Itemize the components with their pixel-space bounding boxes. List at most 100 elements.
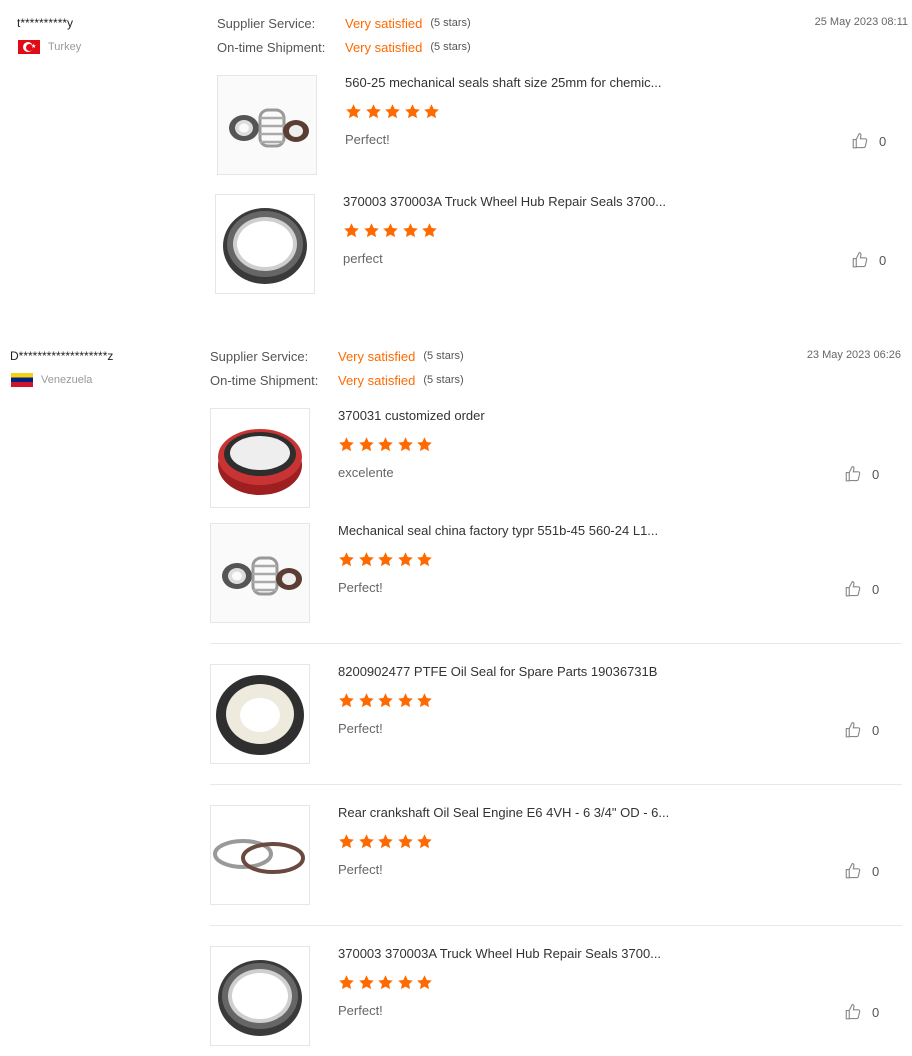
thumbs-up-icon — [845, 580, 861, 597]
shipment-stars: (5 stars) — [430, 41, 471, 53]
product-thumbnail[interactable] — [210, 408, 310, 508]
product-thumbnail[interactable] — [217, 75, 317, 175]
product-thumbnail[interactable] — [215, 194, 315, 294]
star-icon — [358, 693, 374, 708]
turkey-flag-icon: ★ — [18, 40, 40, 54]
star-icon — [339, 552, 354, 567]
star-icon — [344, 223, 359, 238]
country-label: Turkey — [48, 41, 82, 53]
review-comment: Perfect! — [338, 1003, 383, 1018]
like-count: 0 — [872, 863, 880, 879]
product-title[interactable]: 560-25 mechanical seals shaft size 25mm … — [345, 75, 661, 90]
product-title[interactable]: Mechanical seal china factory typr 551b-… — [338, 523, 658, 538]
like-button[interactable]: 0 — [844, 721, 879, 739]
review-comment: Perfect! — [338, 862, 383, 877]
thumbs-up-icon — [852, 251, 868, 268]
product-thumbnail[interactable] — [210, 805, 310, 905]
reviewer-country: ★ Turkey — [18, 40, 81, 54]
review-date: 23 May 2023 06:26 — [806, 349, 901, 361]
like-count: 0 — [879, 133, 887, 149]
star-icon — [397, 693, 413, 708]
thumbs-up-icon — [845, 1003, 861, 1020]
product-thumbnail[interactable] — [210, 946, 310, 1046]
star-icon — [397, 975, 413, 990]
star-icon — [383, 223, 398, 238]
star-icon — [417, 693, 432, 708]
venezuela-flag-icon — [11, 373, 33, 387]
like-count: 0 — [872, 1004, 880, 1020]
review-date: 25 May 2023 08:11 — [814, 16, 908, 28]
like-button[interactable]: 0 — [851, 251, 886, 269]
star-icon — [397, 552, 413, 567]
supplier-service-label: Supplier Service: — [217, 15, 316, 31]
thumbs-up-icon — [852, 132, 868, 149]
star-icon — [417, 552, 432, 567]
shipment-value: Very satisfied — [345, 39, 423, 55]
star-rating — [345, 103, 443, 120]
review-item: Rear crankshaft Oil Seal Engine E6 4VH -… — [210, 805, 880, 905]
review-item: Mechanical seal china factory typr 551b-… — [210, 523, 880, 623]
item-divider — [210, 925, 902, 926]
supplier-service-label: Supplier Service: — [210, 348, 309, 364]
star-icon — [378, 552, 393, 567]
star-icon — [424, 104, 439, 119]
star-rating — [338, 551, 436, 568]
star-icon — [358, 975, 374, 990]
star-rating — [343, 222, 441, 239]
like-button[interactable]: 0 — [844, 862, 879, 880]
review-comment: perfect — [343, 251, 383, 266]
star-icon — [365, 104, 381, 119]
star-icon — [417, 437, 432, 452]
review-comment: Perfect! — [345, 132, 390, 147]
star-icon — [358, 437, 374, 452]
like-button[interactable]: 0 — [844, 465, 879, 483]
star-icon — [339, 834, 354, 849]
like-button[interactable]: 0 — [844, 1003, 879, 1021]
star-icon — [339, 975, 354, 990]
star-icon — [397, 834, 413, 849]
thumbs-up-icon — [845, 465, 861, 482]
like-count: 0 — [872, 466, 880, 482]
star-icon — [358, 834, 374, 849]
star-icon — [378, 437, 393, 452]
shipment-stars: (5 stars) — [423, 374, 464, 386]
like-count: 0 — [872, 722, 880, 738]
product-title[interactable]: 8200902477 PTFE Oil Seal for Spare Parts… — [338, 664, 657, 679]
star-icon — [339, 693, 354, 708]
like-button[interactable]: 0 — [844, 580, 879, 598]
product-thumbnail[interactable] — [210, 523, 310, 623]
reviewer-name: D*******************z — [10, 349, 114, 363]
shipment-value: Very satisfied — [338, 372, 416, 388]
star-icon — [422, 223, 437, 238]
review-item: 8200902477 PTFE Oil Seal for Spare Parts… — [210, 664, 880, 764]
star-rating — [338, 833, 436, 850]
thumbs-up-icon — [845, 721, 861, 738]
like-button[interactable]: 0 — [851, 132, 886, 150]
star-icon — [404, 104, 420, 119]
product-title[interactable]: Rear crankshaft Oil Seal Engine E6 4VH -… — [338, 805, 669, 820]
review-comment: Perfect! — [338, 721, 383, 736]
thumbs-up-icon — [845, 862, 861, 879]
product-title[interactable]: 370003 370003A Truck Wheel Hub Repair Se… — [343, 194, 666, 209]
review-item: 370003 370003A Truck Wheel Hub Repair Se… — [215, 194, 887, 294]
supplier-ratings: Supplier Service: Very satisfied (5 stars)… — [217, 11, 471, 59]
supplier-service-stars: (5 stars) — [423, 350, 464, 362]
shipment-label: On-time Shipment: — [217, 39, 326, 55]
star-icon — [358, 552, 374, 567]
star-icon — [385, 104, 400, 119]
star-icon — [417, 975, 432, 990]
star-rating — [338, 436, 436, 453]
product-thumbnail[interactable] — [210, 664, 310, 764]
like-count: 0 — [872, 581, 880, 597]
item-divider — [210, 784, 902, 785]
star-icon — [417, 834, 432, 849]
product-title[interactable]: 370031 customized order — [338, 408, 485, 423]
product-title[interactable]: 370003 370003A Truck Wheel Hub Repair Se… — [338, 946, 661, 961]
star-icon — [378, 975, 393, 990]
review-item: 370003 370003A Truck Wheel Hub Repair Se… — [210, 946, 880, 1046]
star-icon — [363, 223, 379, 238]
review-comment: Perfect! — [338, 580, 383, 595]
star-icon — [378, 834, 393, 849]
reviewer-country: Venezuela — [11, 373, 92, 387]
review-item: 560-25 mechanical seals shaft size 25mm … — [217, 75, 887, 175]
